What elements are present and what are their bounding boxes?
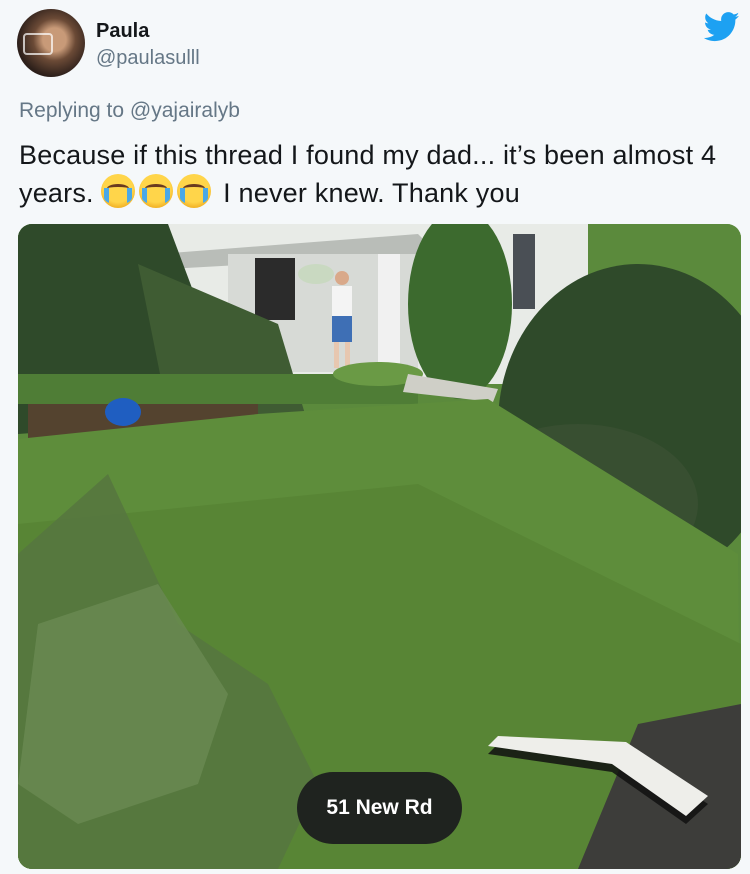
address-label[interactable]: 51 New Rd (297, 772, 462, 844)
street-view-arrow-icon[interactable] (486, 732, 716, 832)
replying-to-prefix: Replying to (19, 99, 125, 122)
display-name[interactable]: Paula (96, 20, 149, 43)
user-handle[interactable]: @paulasulll (96, 47, 200, 70)
loudly-crying-face-icon (177, 174, 212, 208)
tweet-text: Because if this thread I found my dad...… (19, 136, 729, 212)
tweet-card: Paula @paulasulll Replying to @yajairaly… (0, 0, 750, 874)
loudly-crying-face-icon (101, 174, 136, 208)
reply-mention-link[interactable]: @yajairalyb (130, 99, 240, 122)
replying-to: Replying to @yajairalyb (19, 99, 240, 123)
loudly-crying-face-icon (139, 174, 174, 208)
avatar[interactable] (17, 9, 85, 77)
twitter-bird-icon (704, 12, 740, 42)
tweet-text-part2: I never knew. Thank you (223, 178, 520, 208)
